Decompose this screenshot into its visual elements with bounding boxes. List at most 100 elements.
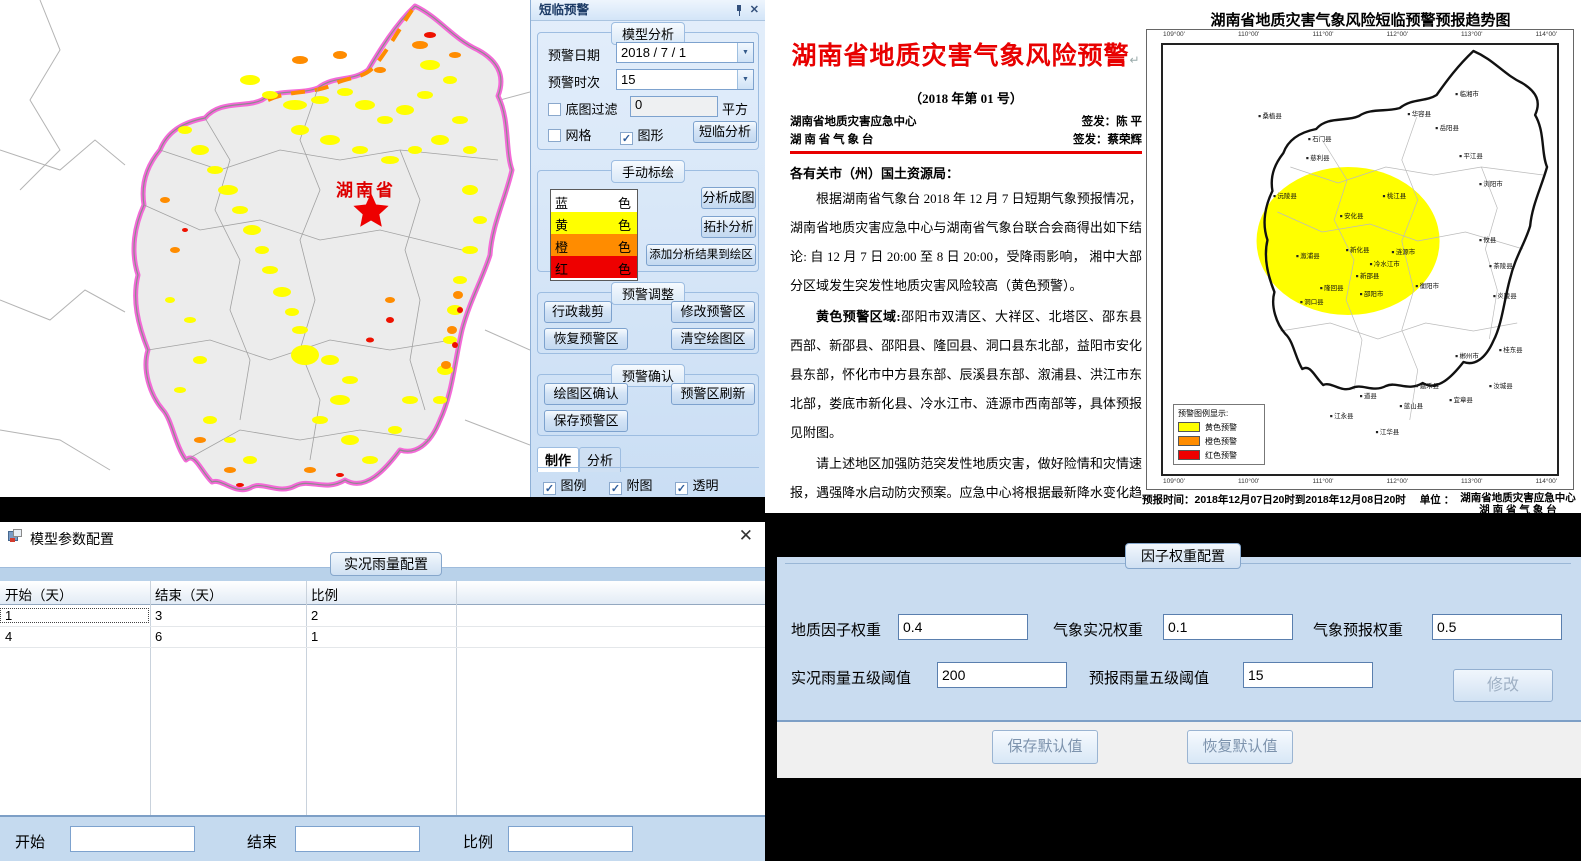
group-manual-plot-label: 手动标绘 [611, 160, 685, 183]
county-label: 江华县 [1380, 427, 1400, 436]
table-row[interactable]: 4 6 1 [0, 627, 765, 647]
cell: 1 [0, 608, 149, 623]
county-label: 安化县 [1344, 211, 1364, 220]
live-weather-weight-input[interactable] [1163, 614, 1293, 640]
graphic-checkbox[interactable]: ✓ [620, 132, 633, 145]
footer-ratio-label: 比例 [463, 831, 493, 852]
org-line-2: 湖 南 省 气 象 台 [790, 131, 873, 147]
tab-content: ✓ 图例 ✓ 附图 ✓ 透明 [537, 467, 759, 493]
basemap-filter-checkbox[interactable] [548, 103, 561, 116]
legend-swatch-yellow [1178, 422, 1200, 432]
restore-warning-area-button[interactable]: 恢复预警区 [544, 328, 628, 350]
short-term-analysis-button[interactable]: 短临分析 [693, 121, 757, 143]
footer-start-input[interactable] [70, 826, 195, 852]
forecast-weight-label: 气象预报权重 [1313, 619, 1403, 640]
footer-end-input[interactable] [295, 826, 420, 852]
table-row[interactable]: 1 3 2 [0, 606, 765, 626]
chevron-down-icon[interactable]: ▼ [737, 70, 753, 89]
weight-groupbox: 因子权重配置 地质因子权重 气象实况权重 气象预报权重 实况雨量五级阈值 预报雨… [777, 557, 1581, 722]
save-warning-area-button[interactable]: 保存预警区 [544, 410, 628, 432]
modify-button[interactable]: 修改 [1453, 669, 1553, 702]
dialog-titlebar[interactable]: 模型参数配置 ✕ [0, 522, 765, 552]
modify-warning-area-button[interactable]: 修改预警区 [671, 301, 755, 323]
refresh-warning-area-button[interactable]: 预警区刷新 [671, 383, 755, 405]
col-start-days: 开始（天） [0, 584, 73, 604]
county-label: 衡阳市 [1420, 281, 1440, 290]
warn-time-combobox[interactable]: 15 ▼ [616, 69, 754, 90]
county-label: 嘉禾县 [1420, 381, 1440, 390]
cell: 1 [306, 629, 318, 644]
warn-time-label: 预警时次 [548, 72, 600, 91]
longitude-ticks-bottom: 109°00'110°00'111°00'112°00'113°00'114°0… [1161, 478, 1559, 488]
live-rain-threshold-input[interactable] [937, 662, 1067, 688]
geo-weight-input[interactable] [898, 614, 1028, 640]
short-term-warning-panel: 短临预警 ✕ 模型分析 预警日期 2018 / 7 / 1 ▼ 预警时次 15 … [530, 0, 765, 497]
county-label: 郴州市 [1459, 351, 1479, 360]
paragraph-2-lead: 黄色预警区域: [816, 309, 901, 324]
forecast-weight-input[interactable] [1432, 614, 1562, 640]
trend-map-title: 湖南省地质灾害气象风险短临预警预报趋势图 [1140, 9, 1581, 30]
footer-ratio-input[interactable] [508, 826, 633, 852]
county-label: 攸县 [1483, 235, 1496, 244]
color-item[interactable]: 黄色 [551, 212, 637, 234]
county-label: 冷水江市 [1374, 259, 1400, 268]
dialog-close-icon[interactable]: ✕ [739, 526, 753, 546]
signer-1: 签发：陈 平 [1082, 113, 1142, 129]
county-label: 江永县 [1334, 411, 1354, 420]
legend-swatch-orange [1178, 436, 1200, 446]
map-legend: 预警图例显示: 黄色预警 橙色预警 红色预警 [1173, 404, 1265, 465]
clear-canvas-button[interactable]: 清空绘图区 [671, 328, 755, 350]
dialog-title: 模型参数配置 [30, 529, 114, 549]
geo-weight-label: 地质因子权重 [791, 619, 881, 640]
county-label: 汝城县 [1493, 381, 1513, 390]
grid-hline [0, 647, 765, 648]
color-item[interactable]: 橙色 [551, 234, 637, 256]
graphic-label: 图形 [637, 128, 663, 143]
cell: 4 [0, 629, 12, 644]
trend-map-frame: 109°00'110°00'111°00'112°00'113°00'114°0… [1146, 29, 1574, 490]
factor-weight-panel: 因子权重配置 地质因子权重 气象实况权重 气象预报权重 实况雨量五级阈值 预报雨… [765, 513, 1581, 861]
county-label: 浏阳市 [1483, 179, 1503, 188]
color-item[interactable]: 红色 [551, 256, 637, 278]
warn-date-combobox[interactable]: 2018 / 7 / 1 ▼ [616, 42, 754, 63]
legend-checkbox[interactable]: ✓ [543, 482, 556, 495]
close-icon[interactable]: ✕ [750, 3, 759, 16]
analysis-to-map-button[interactable]: 分析成图 [701, 187, 756, 209]
county-label: 桃江县 [1387, 191, 1407, 200]
color-item[interactable]: 蓝色 [551, 190, 637, 212]
risk-map-canvas[interactable]: 湖南省 [0, 0, 530, 497]
restore-defaults-button[interactable]: 恢复默认值 [1187, 730, 1293, 764]
county-label: 溆浦县 [1300, 251, 1320, 260]
grid-label: 网格 [565, 128, 591, 143]
add-result-to-canvas-button[interactable]: 添加分析结果到绘区 [646, 244, 756, 266]
cell: 3 [150, 608, 162, 623]
document-title: 湖南省地质灾害气象风险预警↵ [790, 36, 1142, 72]
form-icon [8, 529, 23, 543]
group-model-analysis: 模型分析 预警日期 2018 / 7 / 1 ▼ 预警时次 15 ▼ 底图过滤 … [537, 32, 759, 150]
table-header: 开始（天） 结束（天） 比例 [0, 581, 765, 605]
warn-date-label: 预警日期 [548, 45, 600, 64]
transparent-checkbox[interactable]: ✓ [675, 482, 688, 495]
pin-icon[interactable] [735, 5, 743, 16]
default-actions-bar: 保存默认值 恢复默认值 [777, 722, 1581, 778]
county-label: 平江县 [1463, 152, 1483, 160]
transparent-checkbox-label: 透明 [692, 478, 718, 493]
grid-checkbox[interactable] [548, 129, 561, 142]
inset-map-checkbox-label: 附图 [626, 478, 652, 493]
org-line-1: 湖南省地质灾害应急中心 [790, 113, 917, 129]
save-defaults-button[interactable]: 保存默认值 [992, 730, 1098, 764]
hunan-risk-map: 湖南省 [0, 0, 530, 497]
forecast-rain-threshold-input[interactable] [1243, 662, 1373, 688]
county-label: 沅陵县 [1277, 191, 1297, 200]
inset-map-checkbox[interactable]: ✓ [609, 482, 622, 495]
warning-color-list[interactable]: 蓝色黄色橙色红色 [550, 189, 638, 281]
topology-analysis-button[interactable]: 拓扑分析 [701, 216, 756, 238]
basemap-filter-input[interactable]: 0 [630, 96, 718, 117]
group-warning-adjust: 预警调整 行政裁剪 修改预警区 恢复预警区 清空绘图区 [537, 292, 759, 354]
county-label: 慈利县 [1310, 153, 1330, 162]
canvas-confirm-button[interactable]: 绘图区确认 [544, 383, 628, 405]
factor-weight-tab: 因子权重配置 [1125, 543, 1241, 569]
county-label: 临湘市 [1459, 89, 1479, 98]
admin-clip-button[interactable]: 行政裁剪 [544, 301, 612, 323]
chevron-down-icon[interactable]: ▼ [737, 43, 753, 62]
